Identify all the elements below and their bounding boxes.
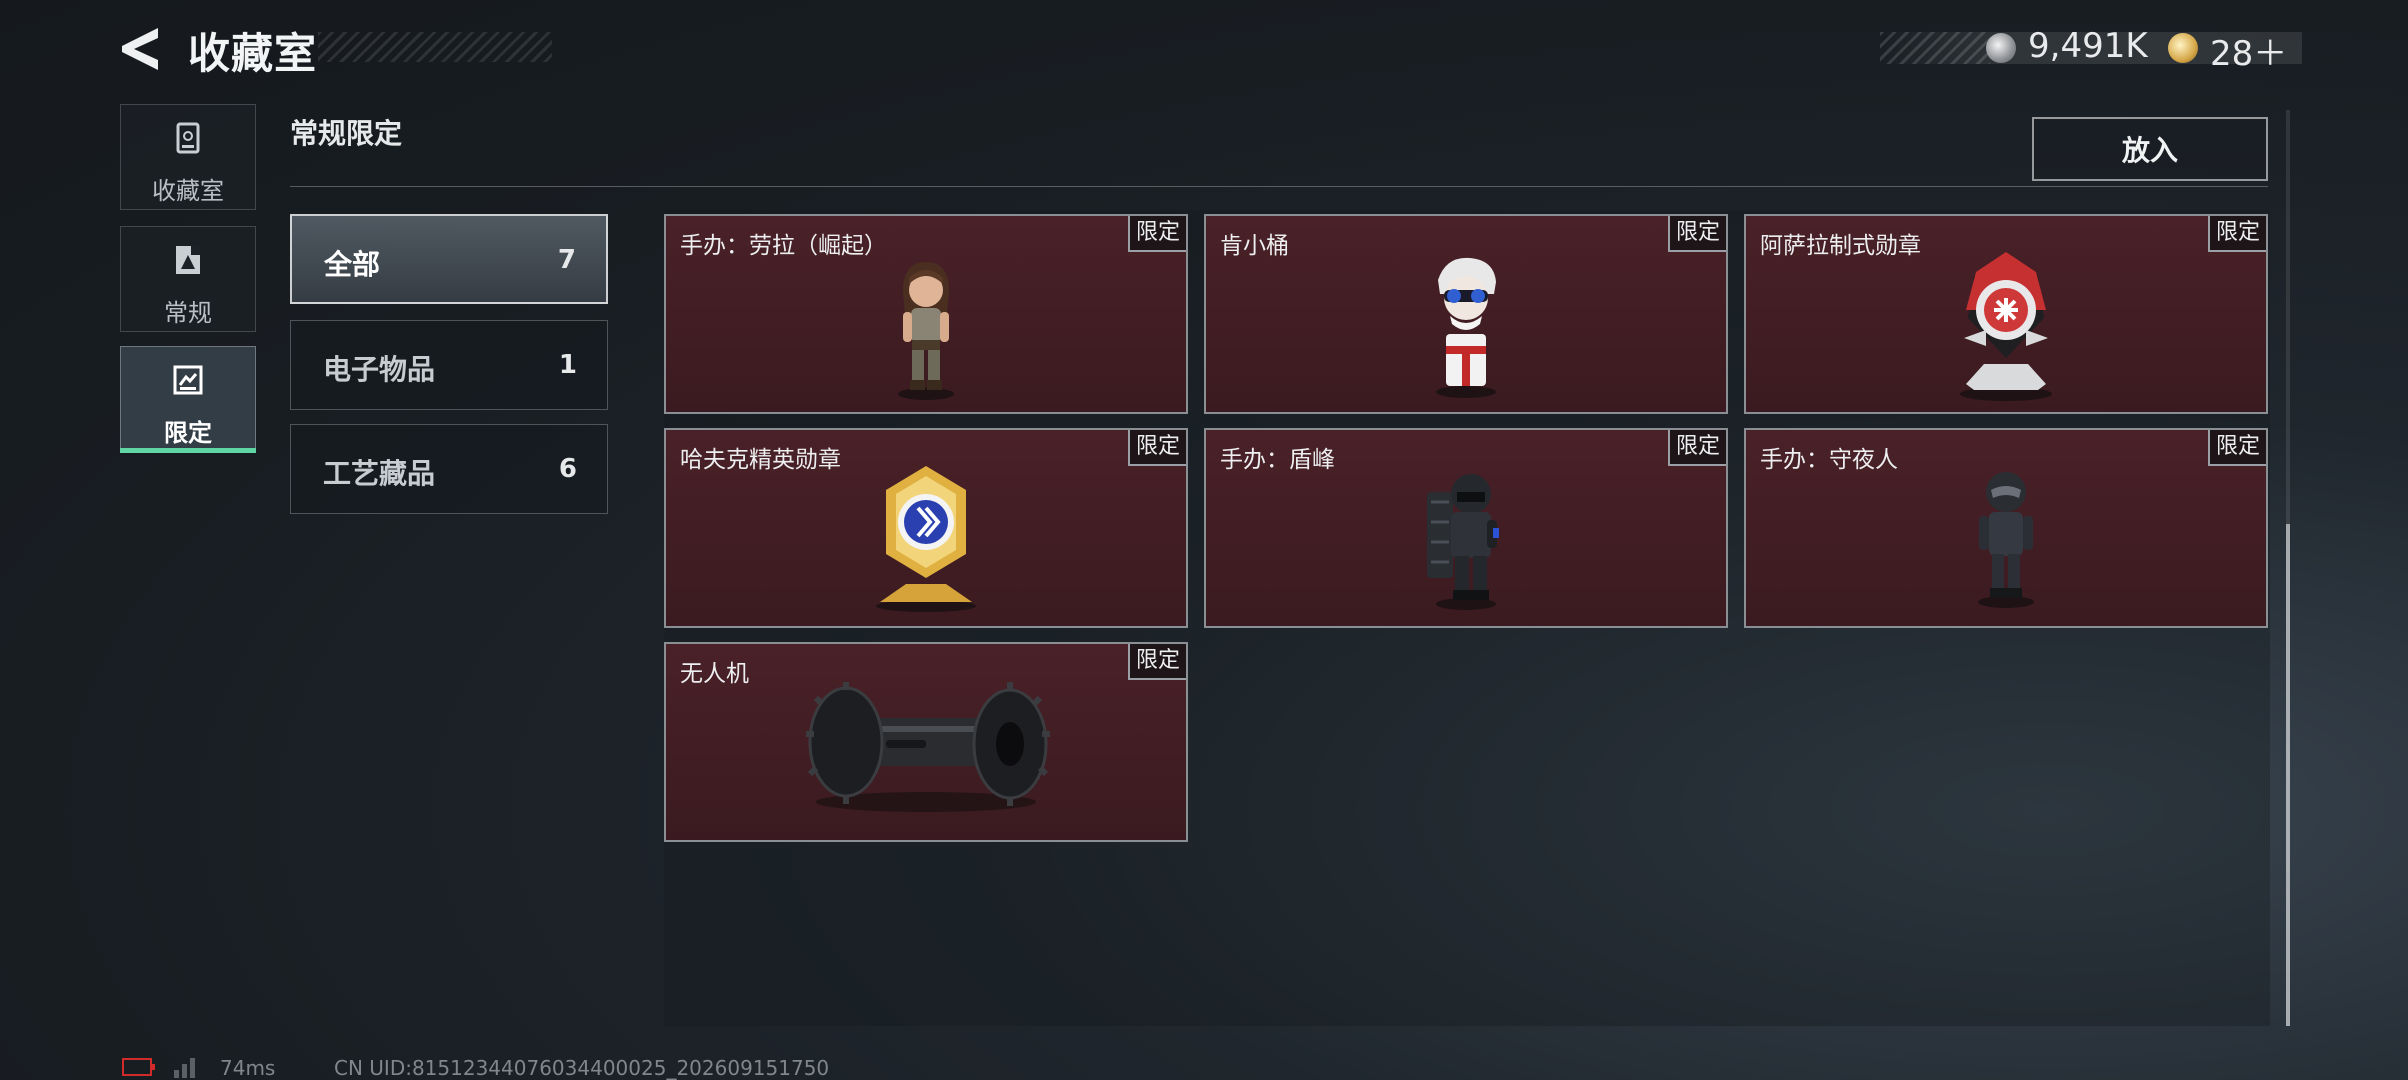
limited-tag: 限定	[1128, 216, 1186, 252]
title-decoration	[318, 32, 552, 62]
limited-tag: 限定	[1668, 216, 1726, 252]
night-watch-figure-icon	[1978, 472, 2034, 608]
item-card[interactable]: 肯小桶 限定	[1204, 214, 1728, 414]
item-name: 手办：守夜人	[1760, 447, 1898, 473]
scrollbar-thumb[interactable]	[2286, 524, 2290, 1026]
limited-tag: 限定	[2208, 430, 2266, 466]
item-name: 肯小桶	[1220, 233, 1289, 259]
regular-icon	[176, 246, 200, 274]
rail-item-label: 常规	[164, 299, 212, 327]
limited-tag: 限定	[1128, 430, 1186, 466]
item-card[interactable]: 哈夫克精英勋章 限定	[664, 428, 1188, 628]
filter-count: 7	[557, 245, 576, 275]
limited-tag: 限定	[2208, 216, 2266, 252]
item-name: 阿萨拉制式勋章	[1760, 233, 1921, 259]
filter-label: 工艺藏品	[323, 457, 436, 490]
ping-readout: 74ms	[220, 1056, 276, 1080]
filter-all[interactable]: 全部 7	[290, 214, 608, 304]
filter-label: 电子物品	[323, 353, 436, 386]
rail-item-limited[interactable]: 限定	[120, 346, 256, 452]
rail-item-collection-room[interactable]: 收藏室	[120, 104, 256, 210]
filter-electronics[interactable]: 电子物品 1	[290, 320, 608, 410]
gold-coin-icon	[2168, 33, 2198, 63]
back-button[interactable]	[118, 24, 164, 74]
item-card[interactable]: 手办：盾峰 限定	[1204, 428, 1728, 628]
signal-icon	[174, 1058, 195, 1078]
limited-icon	[173, 365, 203, 395]
back-arrow-icon	[122, 28, 158, 70]
gold-currency-value[interactable]: 28＋	[2210, 26, 2287, 75]
item-name: 无人机	[680, 661, 749, 687]
asala-medal-icon	[1960, 252, 2052, 401]
haavk-medal-icon	[876, 466, 976, 612]
rail-item-label: 限定	[164, 419, 212, 447]
silver-currency-value: 9,491K	[2028, 26, 2148, 66]
item-name: 手办：劳拉（崛起）	[680, 233, 887, 259]
page-title: 收藏室	[188, 29, 318, 78]
limited-tag: 限定	[1128, 644, 1186, 680]
lara-figure-icon	[898, 262, 954, 400]
rail-item-label: 收藏室	[152, 177, 224, 205]
item-name: 哈夫克精英勋章	[680, 447, 841, 473]
item-card[interactable]: 手办：守夜人 限定	[1744, 428, 2268, 628]
item-name: 手办：盾峰	[1220, 447, 1335, 473]
filter-label: 全部	[324, 248, 381, 281]
currency-decoration	[1880, 32, 1990, 64]
item-card[interactable]: 手办：劳拉（崛起） 限定	[664, 214, 1188, 414]
limited-tag: 限定	[1668, 430, 1726, 466]
section-title: 常规限定	[290, 117, 403, 150]
drone-icon	[806, 682, 1050, 812]
divider	[290, 186, 2268, 187]
filter-crafts[interactable]: 工艺藏品 6	[290, 424, 608, 514]
filter-count: 6	[558, 454, 577, 484]
battery-icon	[122, 1058, 155, 1076]
item-card[interactable]: 无人机 限定	[664, 642, 1188, 842]
selected-indicator	[120, 448, 256, 453]
filter-count: 1	[558, 350, 577, 380]
rail-item-regular[interactable]: 常规	[120, 226, 256, 332]
silver-coin-icon	[1986, 33, 2016, 63]
user-uid: CN UID:81512344076034400025_202609151750	[334, 1056, 830, 1080]
put-in-button[interactable]: 放入	[2032, 117, 2268, 181]
shield-figure-icon	[1427, 474, 1499, 610]
collection-room-icon	[176, 122, 200, 154]
item-card[interactable]: 阿萨拉制式勋章 限定	[1744, 214, 2268, 414]
ken-barrel-icon	[1436, 257, 1496, 398]
